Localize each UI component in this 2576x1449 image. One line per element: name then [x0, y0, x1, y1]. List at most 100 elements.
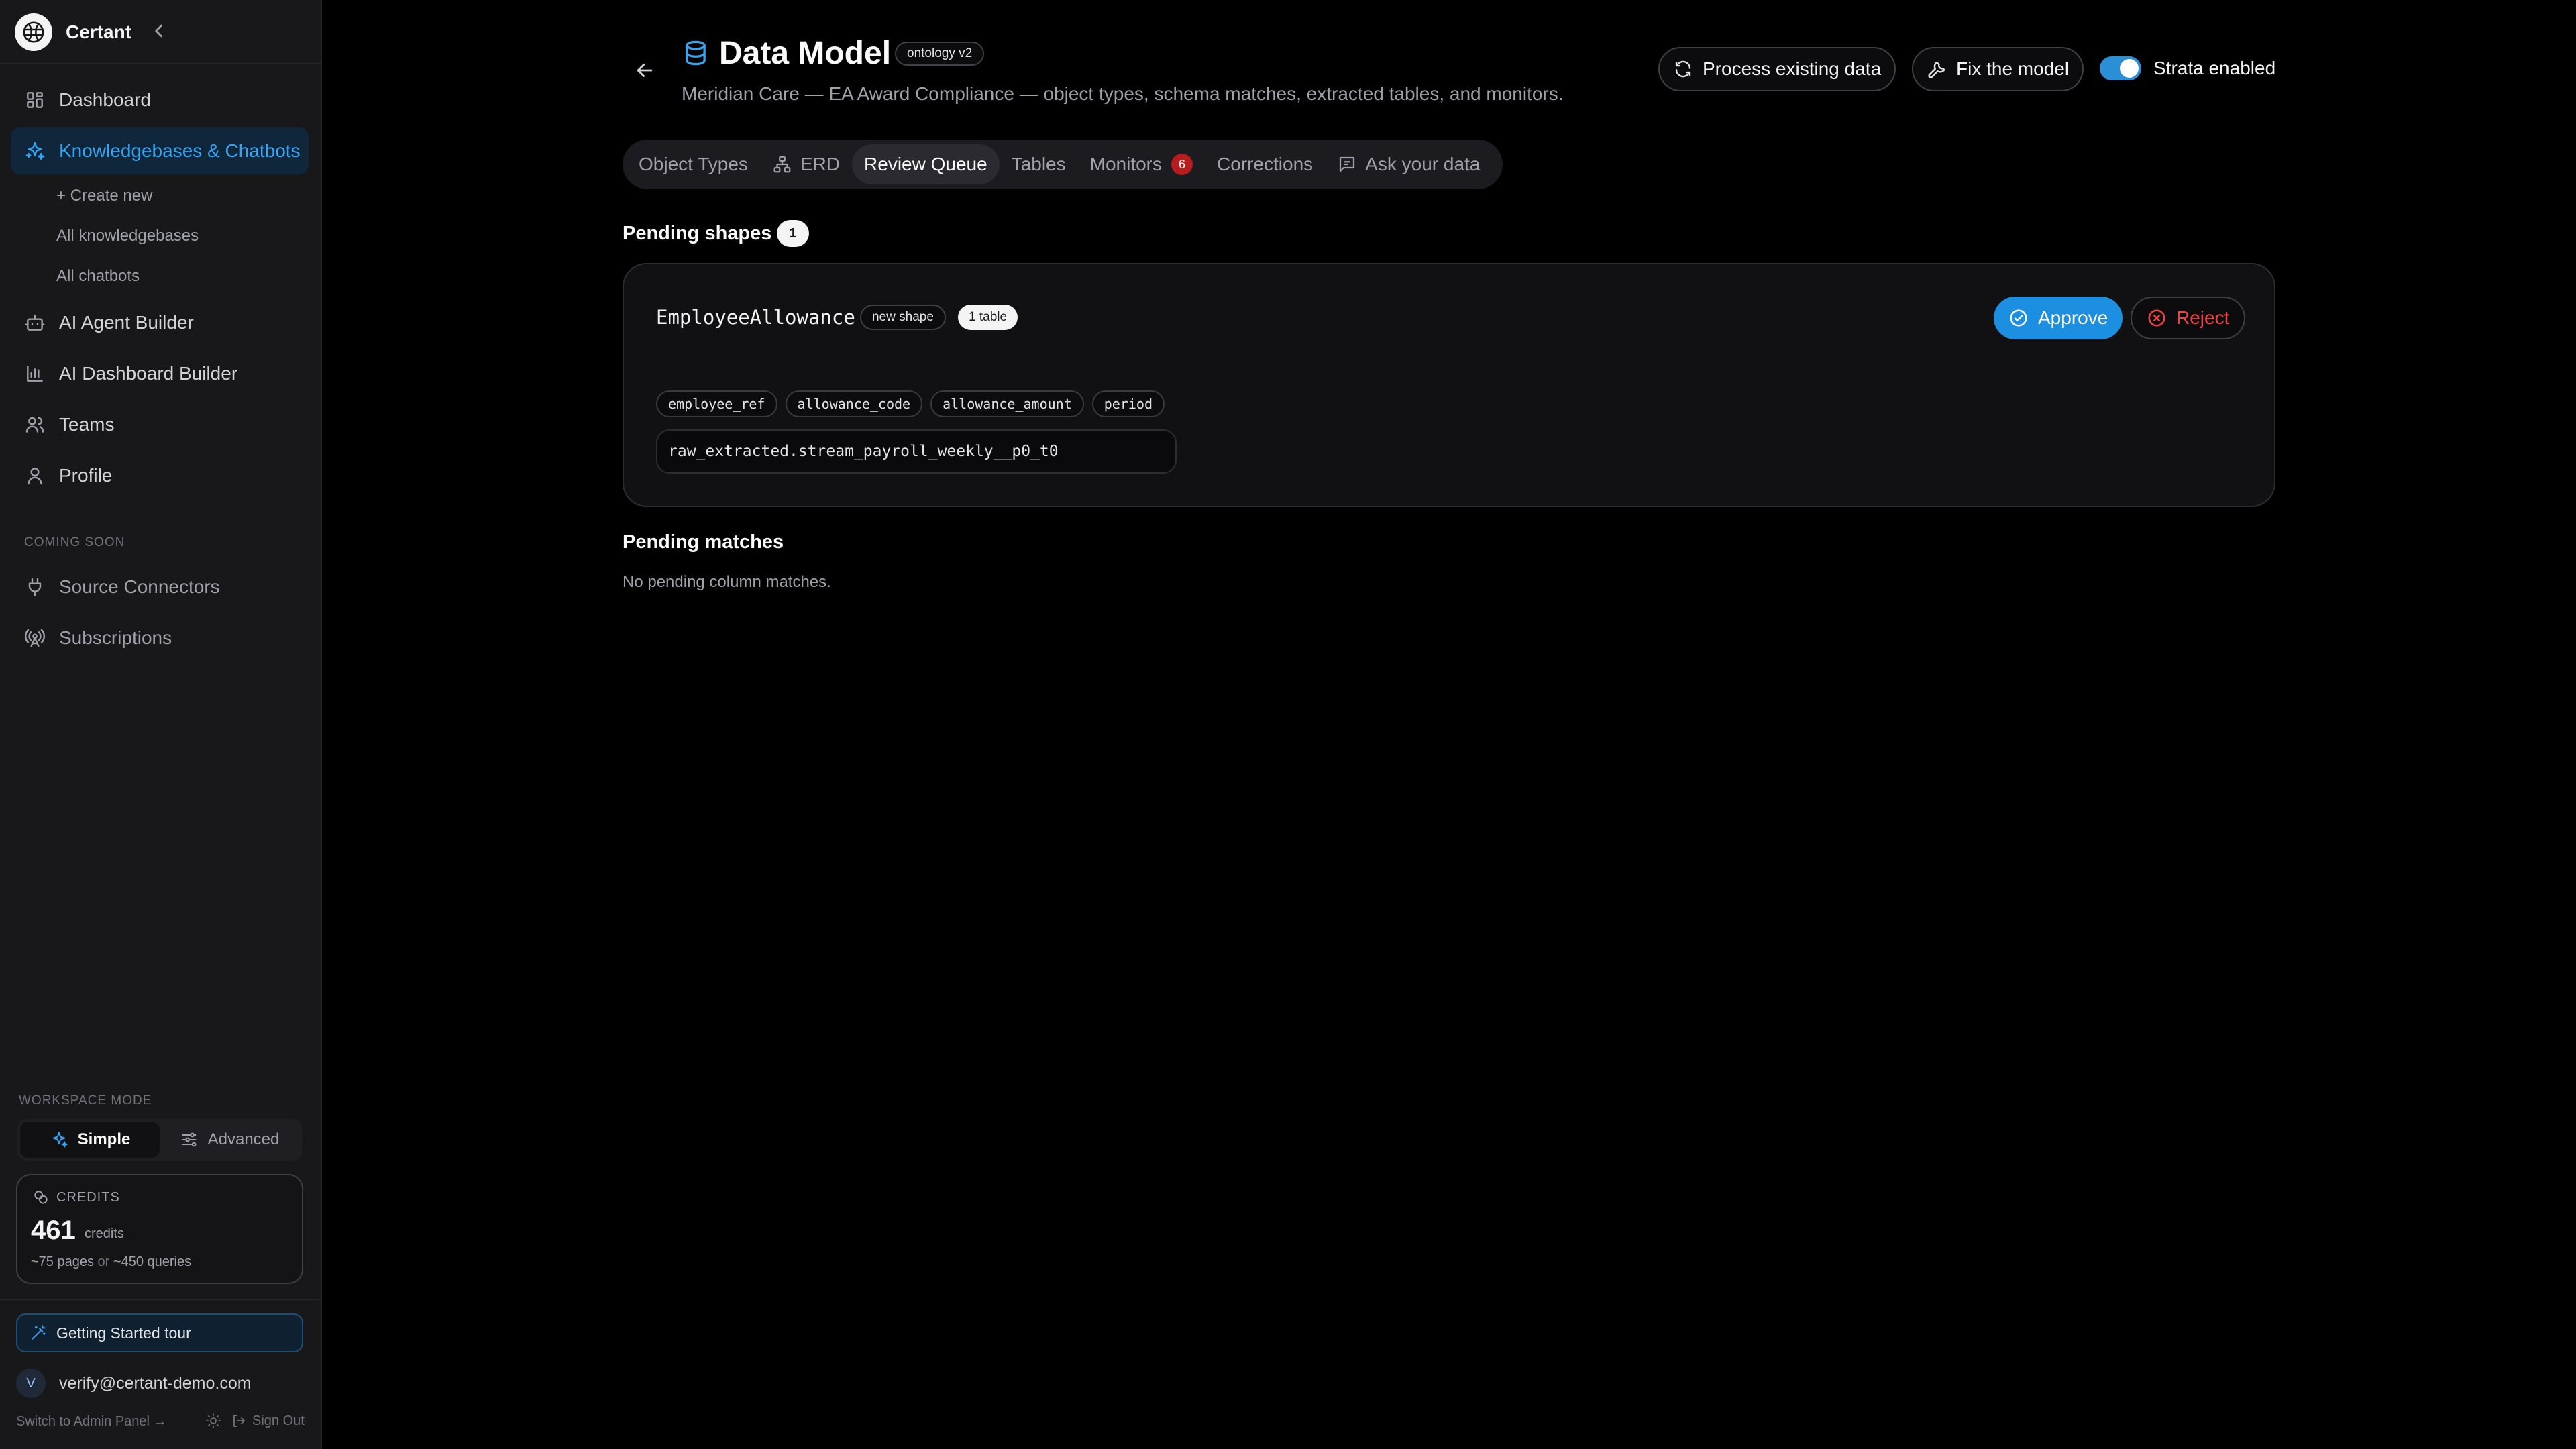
switch-knob [2120, 59, 2139, 78]
avatar: V [16, 1368, 46, 1398]
back-arrow-icon[interactable] [633, 59, 656, 82]
reject-label: Reject [2176, 307, 2230, 328]
shape-name: EmployeeAllowance [656, 306, 855, 329]
process-label: Process existing data [1703, 58, 1882, 79]
credits-estimate: ~75 pages or ~450 queries [31, 1254, 191, 1270]
monitors-count-badge: 6 [1171, 154, 1193, 175]
sidebar-item-teams[interactable]: Teams [11, 401, 309, 448]
coming-soon-label: COMING SOON [24, 535, 125, 549]
user-email: verify@certant-demo.com [59, 1373, 252, 1393]
tab-label: Tables [1011, 154, 1066, 174]
strata-switch[interactable] [2100, 56, 2141, 80]
sidebar-item-label: Source Connectors [59, 576, 220, 597]
approve-button[interactable]: Approve [1994, 297, 2123, 339]
tab-review-queue[interactable]: Review Queue [852, 144, 1000, 184]
tab-object-types[interactable]: Object Types [627, 144, 760, 184]
workspace-mode-advanced[interactable]: Advanced [160, 1122, 299, 1158]
sidebar-subitem-all-knowledgebases[interactable]: All knowledgebases [56, 227, 199, 246]
source-table-name: raw_extracted.stream_payroll_weekly__p0_… [656, 429, 1177, 474]
approve-label: Approve [2038, 307, 2108, 328]
credits-unit: credits [85, 1226, 124, 1241]
table-count-badge: 1 table [958, 305, 1018, 330]
strata-label: Strata enabled [2153, 58, 2276, 78]
sidebar-item-ai-agent-builder[interactable]: AI Agent Builder [11, 299, 309, 346]
pending-matches-title: Pending matches [623, 531, 784, 553]
strata-toggle[interactable]: Strata enabled [2100, 56, 2275, 80]
credits-value: 461 [31, 1216, 76, 1245]
sidebar-item-source-connectors[interactable]: Source Connectors [11, 564, 309, 610]
coins-icon [32, 1189, 56, 1206]
page-title: Data Model [719, 36, 892, 71]
sidebar-item-subscriptions[interactable]: Subscriptions [11, 614, 309, 661]
collapse-sidebar-chevron-left-icon[interactable] [149, 20, 170, 42]
credits-header: CREDITS [32, 1189, 120, 1206]
column-chip: period [1091, 390, 1165, 417]
tour-label: Getting Started tour [56, 1324, 191, 1342]
plug-icon [24, 576, 46, 598]
sidebar-item-label: Subscriptions [59, 627, 172, 648]
fix-label: Fix the model [1956, 58, 2070, 79]
tab-bar: Object Types ERD Review Queue Tables Mon… [623, 140, 1503, 189]
getting-started-tour-button[interactable]: Getting Started tour [16, 1313, 303, 1352]
workspace-mode-simple[interactable]: Simple [20, 1122, 160, 1158]
tab-ask-your-data[interactable]: Ask your data [1325, 144, 1492, 184]
theme-toggle-sun-icon[interactable] [205, 1413, 221, 1429]
user-icon [24, 465, 46, 486]
credits-or: or [97, 1254, 110, 1269]
bot-icon [24, 312, 46, 333]
radio-tower-icon [24, 627, 46, 649]
fix-the-model-button[interactable]: Fix the model [1912, 47, 2084, 91]
credits-label: CREDITS [56, 1189, 120, 1205]
log-out-icon [231, 1413, 247, 1429]
refresh-icon [1673, 59, 1703, 79]
sidebar-item-dashboard[interactable]: Dashboard [11, 76, 309, 123]
user-account[interactable]: V verify@certant-demo.com [16, 1368, 252, 1398]
sidebar-item-label: AI Dashboard Builder [59, 363, 238, 384]
tab-label: ERD [800, 154, 841, 174]
sidebar-item-label: Teams [59, 414, 115, 435]
sign-out-area: Sign Out [205, 1413, 305, 1429]
sidebar-item-label: Profile [59, 465, 113, 486]
column-chip: allowance_amount [930, 390, 1084, 417]
workspace-mode-label: WORKSPACE MODE [19, 1093, 152, 1108]
sparkles-icon [50, 1130, 78, 1149]
brand[interactable]: Certant [15, 13, 131, 51]
network-icon [772, 154, 800, 174]
switch-to-admin-link[interactable]: Switch to Admin Panel → [16, 1414, 167, 1430]
wand-icon [30, 1324, 56, 1342]
sidebar-subitem-all-chatbots[interactable]: All chatbots [56, 267, 140, 286]
sidebar-item-label: Knowledgebases & Chatbots [59, 140, 301, 161]
sign-out-button[interactable]: Sign Out [252, 1413, 305, 1429]
tab-monitors[interactable]: Monitors 6 [1078, 144, 1205, 184]
pending-shape-card: EmployeeAllowance new shape 1 table Appr… [623, 263, 2275, 507]
sparkles-icon [24, 140, 46, 162]
reject-button[interactable]: Reject [2131, 297, 2246, 339]
pending-matches-empty-state: No pending column matches. [623, 573, 831, 591]
sliders-icon [180, 1130, 208, 1149]
tab-corrections[interactable]: Corrections [1205, 144, 1325, 184]
credits-pages: ~75 pages [31, 1254, 94, 1269]
sidebar-item-profile[interactable]: Profile [11, 452, 309, 499]
sidebar-item-ai-dashboard-builder[interactable]: AI Dashboard Builder [11, 350, 309, 397]
tab-label: Ask your data [1365, 154, 1481, 174]
sidebar-item-label: Dashboard [59, 89, 151, 110]
tab-tables[interactable]: Tables [1000, 144, 1078, 184]
sidebar-subitem-create-new[interactable]: + Create new [56, 186, 152, 205]
column-chip: allowance_code [785, 390, 923, 417]
wrench-icon [1927, 59, 1956, 79]
tab-erd[interactable]: ERD [760, 144, 852, 184]
certant-logo-icon [15, 13, 52, 51]
tab-label: Monitors [1089, 154, 1162, 174]
database-icon [682, 39, 710, 67]
column-chip: employee_ref [656, 390, 777, 417]
new-shape-badge: new shape [860, 305, 946, 330]
tab-label: Review Queue [864, 154, 987, 174]
message-square-icon [1337, 154, 1365, 174]
sidebar-item-knowledgebases[interactable]: Knowledgebases & Chatbots [11, 127, 309, 174]
workspace-mode-advanced-label: Advanced [207, 1130, 280, 1148]
layout-grid-icon [24, 89, 46, 111]
tab-label: Object Types [639, 154, 748, 174]
process-existing-data-button[interactable]: Process existing data [1658, 47, 1896, 91]
credits-queries: ~450 queries [113, 1254, 192, 1269]
check-circle-icon [2008, 308, 2038, 328]
